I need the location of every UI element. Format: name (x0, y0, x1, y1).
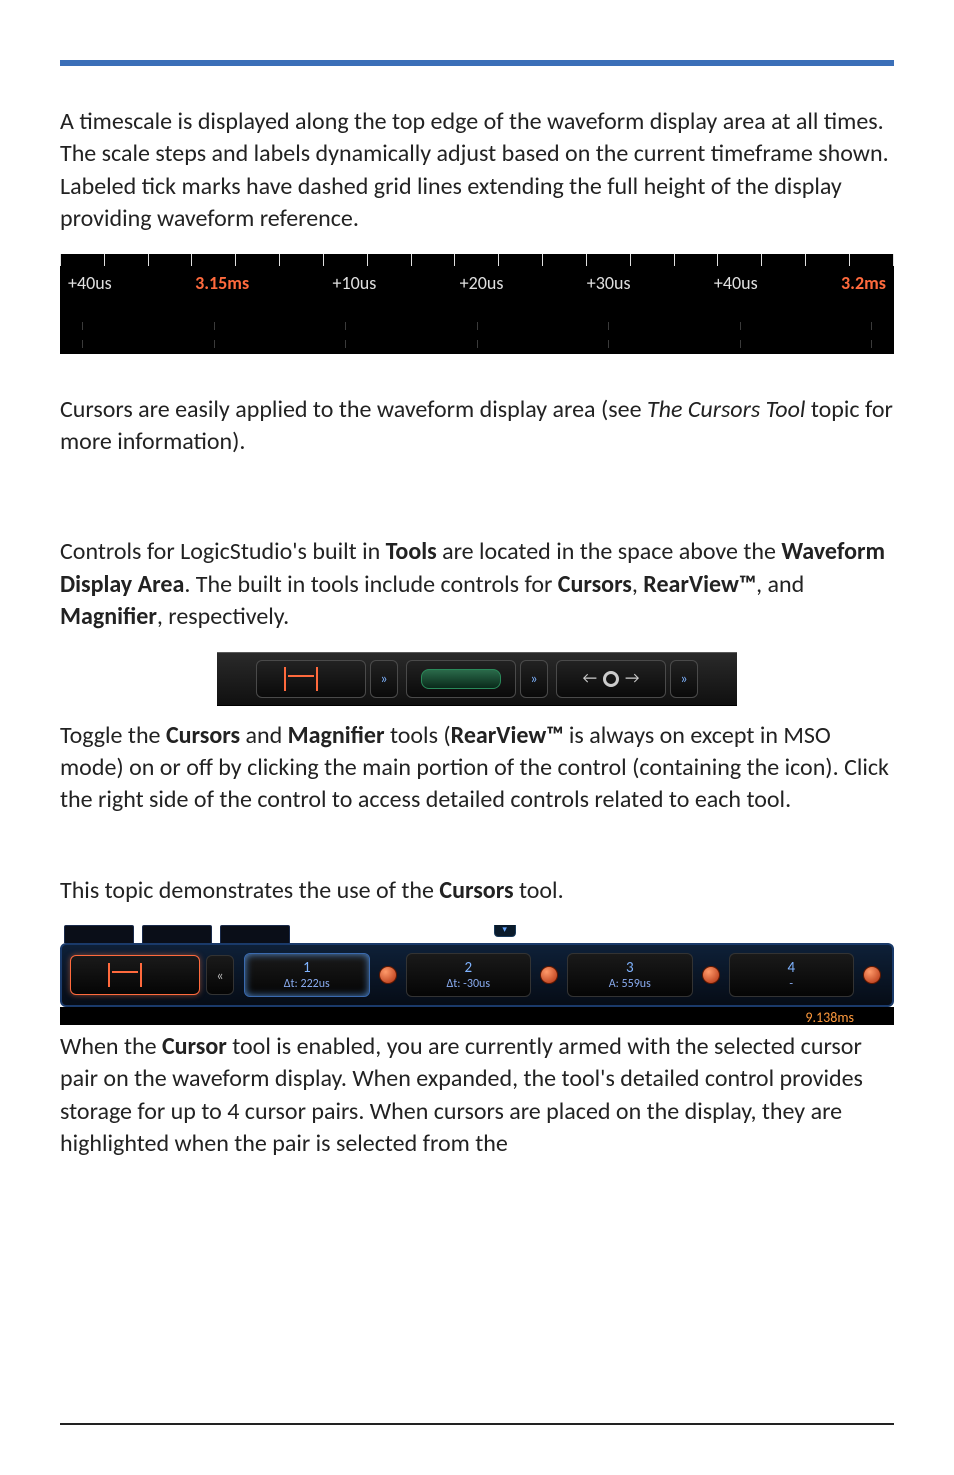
cursor-bar-status: 9.138ms (60, 1007, 894, 1025)
paragraph-cursors-ref: Cursors are easily applied to the wavefo… (60, 394, 894, 459)
tools-row-figure: » » ← → » (217, 652, 737, 706)
text-bold: Magnifier (60, 602, 157, 631)
text: , and (756, 570, 804, 599)
rearview-tool[interactable]: » (406, 660, 548, 698)
timescale-label: +10us (333, 272, 377, 294)
text-bold: Cursors (166, 721, 240, 750)
close-icon (702, 966, 720, 984)
cursors-icon (100, 963, 170, 987)
cursor-tool-toggle[interactable] (70, 955, 200, 995)
cursor-pair-delete[interactable] (537, 953, 561, 997)
close-icon (540, 966, 558, 984)
magnifier-tool[interactable]: ← → » (556, 660, 698, 698)
text: tools ( (385, 721, 451, 750)
cursor-pair-3[interactable]: 3 A: 559us (567, 953, 693, 997)
text: Toggle the (60, 721, 166, 750)
lens-icon (603, 671, 619, 687)
text-bold: RearView™ (451, 721, 564, 750)
cursor-bar-tabs (60, 925, 894, 943)
timescale-label: +40us (714, 272, 758, 294)
close-icon (379, 966, 397, 984)
paragraph-cursor-detail: When the Cursor tool is enabled, you are… (60, 1031, 894, 1161)
text: , respectively. (157, 602, 289, 631)
dropdown-toggle[interactable]: ▾ (494, 925, 516, 937)
timescale-grid (60, 318, 894, 354)
tab[interactable] (142, 925, 212, 943)
text: . The built in tools include controls fo… (184, 570, 557, 599)
cursor-bar-figure: ▾ « 1 Δt: 222us 2 Δt: -30us 3 A: 559us 4… (60, 925, 894, 1025)
arrow-left-icon: ← (583, 669, 597, 688)
cursor-pair-number: 4 (787, 959, 795, 977)
cursor-tool-collapse[interactable]: « (206, 955, 234, 995)
rearview-tool-main[interactable] (406, 660, 516, 698)
cursor-bar: « 1 Δt: 222us 2 Δt: -30us 3 A: 559us 4 - (60, 943, 894, 1007)
text: This topic demonstrates the use of the (60, 876, 439, 905)
cursors-tool[interactable]: » (256, 660, 398, 698)
cursor-pair-delete[interactable] (860, 953, 884, 997)
cursor-pair-value: - (789, 977, 793, 991)
paragraph-timescale-intro: A timescale is displayed along the top e… (60, 106, 894, 236)
text: Cursors are easily applied to the wavefo… (60, 395, 647, 424)
timescale-labels: +40us 3.15ms +10us +20us +30us +40us 3.2… (60, 272, 894, 294)
cursor-pair-4[interactable]: 4 - (729, 953, 855, 997)
text: are located in the space above the (437, 537, 782, 566)
timescale-label: +20us (460, 272, 504, 294)
text-bold: Cursors (439, 876, 513, 905)
rearview-icon (421, 669, 501, 689)
text-bold: Cursor (162, 1032, 227, 1061)
text-italic: The Cursors Tool (647, 395, 805, 424)
cursor-pair-number: 2 (464, 959, 472, 977)
paragraph-toggle: Toggle the Cursors and Magnifier tools (… (60, 720, 894, 817)
cursors-tool-main[interactable] (256, 660, 366, 698)
timescale-label: +30us (587, 272, 631, 294)
cursor-pair-number: 3 (626, 959, 634, 977)
text-bold: Tools (386, 537, 437, 566)
magnifier-tool-expand[interactable]: » (670, 660, 698, 698)
cursors-icon (276, 667, 346, 691)
timescale-figure: +40us 3.15ms +10us +20us +30us +40us 3.2… (60, 254, 894, 354)
tab[interactable] (220, 925, 290, 943)
close-icon (863, 966, 881, 984)
cursor-pair-number: 1 (303, 959, 311, 977)
magnifier-tool-main[interactable]: ← → (556, 660, 666, 698)
cursor-pair-delete[interactable] (376, 953, 400, 997)
text: tool. (514, 876, 564, 905)
text: and (240, 721, 288, 750)
timescale-label: 3.15ms (195, 272, 249, 294)
footer-rule (60, 1423, 894, 1425)
tab[interactable] (64, 925, 134, 943)
text-bold: Magnifier (288, 721, 385, 750)
cursor-pair-value: A: 559us (609, 977, 651, 991)
timescale-ticks (60, 254, 894, 266)
text: Controls for LogicStudio's built in (60, 537, 386, 566)
cursors-tool-expand[interactable]: » (370, 660, 398, 698)
text: , (632, 570, 643, 599)
arrow-right-icon: → (625, 669, 639, 688)
timescale-label: 3.2ms (841, 272, 886, 294)
cursor-pair-value: Δt: 222us (284, 977, 330, 991)
text-bold: Cursors (558, 570, 632, 599)
paragraph-tools-intro: Controls for LogicStudio's built in Tool… (60, 536, 894, 633)
header-rule (60, 60, 894, 66)
rearview-tool-expand[interactable]: » (520, 660, 548, 698)
cursor-pair-value: Δt: -30us (446, 977, 490, 991)
text-bold: RearView™ (643, 570, 756, 599)
cursor-pair-1[interactable]: 1 Δt: 222us (244, 953, 370, 997)
cursor-pair-delete[interactable] (699, 953, 723, 997)
cursor-pair-2[interactable]: 2 Δt: -30us (406, 953, 532, 997)
timescale-label: +40us (68, 272, 112, 294)
magnifier-icon: ← → (583, 669, 640, 688)
text: When the (60, 1032, 162, 1061)
paragraph-cursors-topic: This topic demonstrates the use of the C… (60, 875, 894, 907)
